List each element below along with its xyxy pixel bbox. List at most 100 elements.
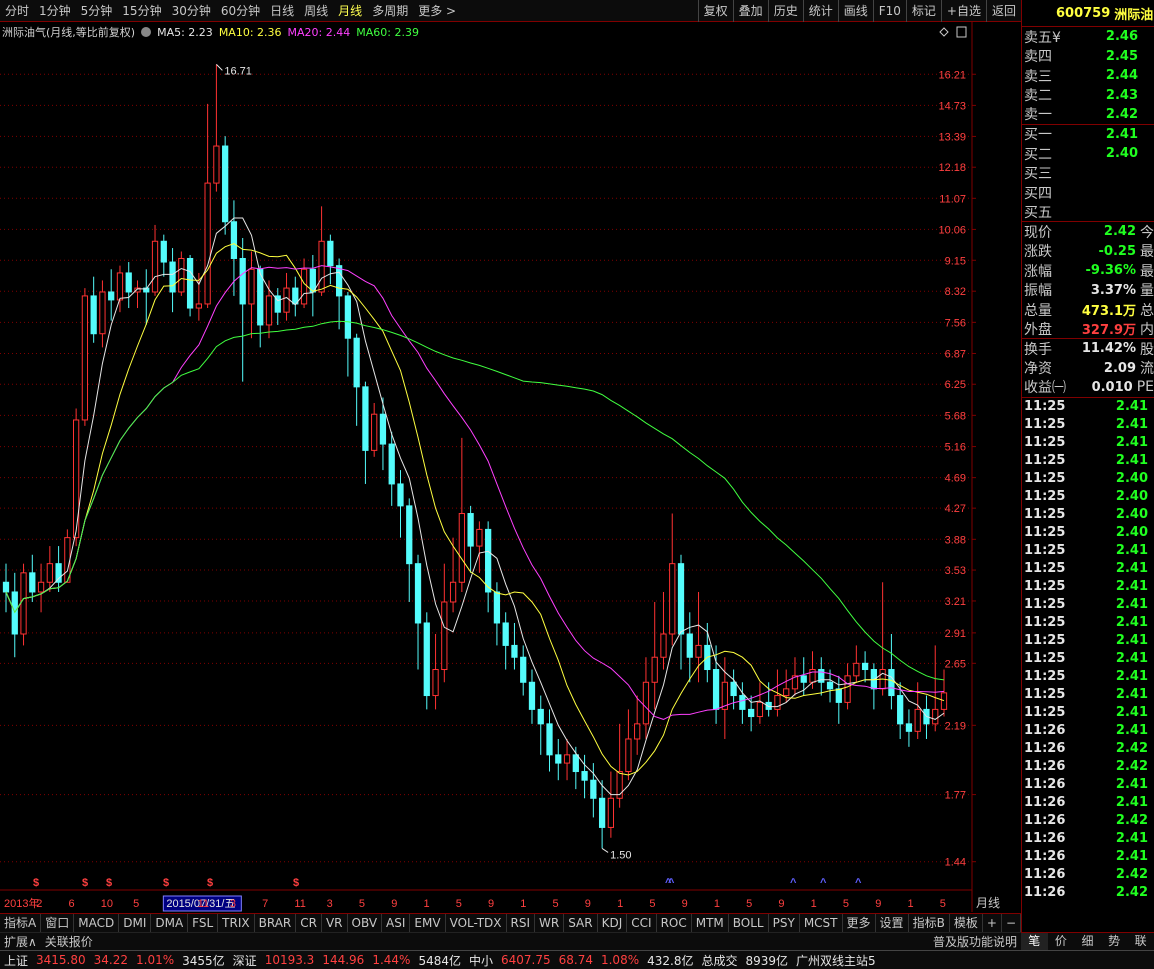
indicator-tab-0[interactable]: 指标A xyxy=(0,914,42,932)
candle-body xyxy=(642,681,650,725)
y-tick-label: 8.32 xyxy=(945,286,966,298)
diamond-icon[interactable] xyxy=(939,27,949,37)
window-icon[interactable] xyxy=(956,26,967,38)
event-marker[interactable]: $ xyxy=(33,877,39,889)
indicator-tab-11[interactable]: ASI xyxy=(382,914,411,932)
indicator-tab-19[interactable]: ROC xyxy=(657,914,692,932)
event-marker[interactable]: ^ xyxy=(790,877,797,889)
candle-body xyxy=(90,295,97,335)
indicator-tab-9[interactable]: VR xyxy=(322,914,348,932)
toolbar-button-7[interactable]: +自选 xyxy=(940,0,986,22)
indicator-tab-17[interactable]: KDJ xyxy=(598,914,628,932)
ask-label: 卖四 xyxy=(1024,49,1052,66)
indicator-tab-6[interactable]: TRIX xyxy=(218,914,255,932)
event-marker[interactable]: $ xyxy=(82,877,88,889)
event-marker[interactable]: ^ xyxy=(820,877,827,889)
toolbar-button-5[interactable]: F10 xyxy=(872,0,906,22)
indicator-tab-12[interactable]: EMV xyxy=(410,914,446,932)
event-marker[interactable]: $ xyxy=(106,877,112,889)
stat-value: -9.36% xyxy=(1085,263,1137,279)
indicator-tab-3[interactable]: DMI xyxy=(119,914,152,932)
indicator-tab-25[interactable]: 设置 xyxy=(876,914,909,932)
indicator-right-3[interactable]: − xyxy=(1002,914,1021,932)
period-tab-7[interactable]: 周线 xyxy=(299,0,333,22)
related-quote-button[interactable]: 关联报价 xyxy=(41,933,97,950)
bid-row: 买五 xyxy=(1022,203,1154,222)
event-marker[interactable]: ^ xyxy=(668,877,675,889)
toolbar-button-1[interactable]: 叠加 xyxy=(732,0,768,22)
candle-body xyxy=(309,268,316,293)
period-tab-8[interactable]: 月线 xyxy=(333,0,367,22)
indicator-tab-7[interactable]: BRAR xyxy=(255,914,297,932)
indicator-tab-22[interactable]: PSY xyxy=(769,914,800,932)
candle-body xyxy=(572,754,579,773)
period-tab-10[interactable]: 更多 > xyxy=(413,0,461,22)
period-tab-4[interactable]: 30分钟 xyxy=(167,0,216,22)
toolbar-button-2[interactable]: 历史 xyxy=(767,0,803,22)
quote-tab-1[interactable]: 价 xyxy=(1048,933,1075,950)
candle-body xyxy=(169,261,176,293)
indicator-tab-23[interactable]: MCST xyxy=(800,914,843,932)
event-marker[interactable]: $ xyxy=(163,877,169,889)
period-tab-1[interactable]: 1分钟 xyxy=(34,0,76,22)
quote-tab-3[interactable]: 势 xyxy=(1101,933,1128,950)
event-marker[interactable]: ^ xyxy=(855,877,862,889)
y-tick-label: 2.91 xyxy=(945,628,966,640)
period-tab-6[interactable]: 日线 xyxy=(265,0,299,22)
candle-body xyxy=(397,483,404,507)
indicator-right-1[interactable]: 模板 xyxy=(950,914,983,932)
y-tick-label: 1.44 xyxy=(945,857,966,869)
indicator-tab-15[interactable]: WR xyxy=(535,914,565,932)
toolbar-button-3[interactable]: 统计 xyxy=(802,0,838,22)
indicator-tab-18[interactable]: CCI xyxy=(627,914,657,932)
status-item-12: 68.74 xyxy=(558,953,593,967)
status-item-17: 广州双线主站5 xyxy=(796,953,876,968)
quote-tab-4[interactable]: 联 xyxy=(1127,933,1154,950)
candle-body xyxy=(353,337,360,388)
indicator-right-2[interactable]: + xyxy=(983,914,1002,932)
indicator-tab-24[interactable]: 更多 xyxy=(843,914,876,932)
period-tab-2[interactable]: 5分钟 xyxy=(76,0,118,22)
period-tab-9[interactable]: 多周期 xyxy=(367,0,413,22)
period-tab-0[interactable]: 分时 xyxy=(0,0,34,22)
stat-value: 11.42% xyxy=(1081,341,1136,357)
expand-button[interactable]: 扩展∧ xyxy=(0,933,41,950)
indicator-tab-21[interactable]: BOLL xyxy=(729,914,769,932)
kline-chart[interactable]: 16.21 14.73 13.39 12.18 11.07 10.06 9.15 8.32 7.… xyxy=(0,22,1021,912)
toolbar-button-0[interactable]: 复权 xyxy=(697,0,733,22)
period-tab-5[interactable]: 60分钟 xyxy=(216,0,265,22)
quote-tab-2[interactable]: 细 xyxy=(1074,933,1101,950)
period-tab-3[interactable]: 15分钟 xyxy=(117,0,166,22)
indicator-tab-10[interactable]: OBV xyxy=(348,914,383,932)
event-marker[interactable]: $ xyxy=(293,877,299,889)
indicator-tab-13[interactable]: VOL-TDX xyxy=(446,914,507,932)
tick-time: 11:26 xyxy=(1024,813,1066,828)
tick-row: 11:26 2.41 xyxy=(1022,722,1154,740)
indicator-tab-1[interactable]: 窗口 xyxy=(41,914,75,932)
candle-body xyxy=(563,754,571,764)
indicator-tab-8[interactable]: CR xyxy=(296,914,322,932)
tick-row: 11:25 2.41 xyxy=(1022,560,1154,578)
indicator-right-0[interactable]: 指标B xyxy=(909,914,950,932)
toolbar-button-4[interactable]: 画线 xyxy=(837,0,873,22)
candle-body xyxy=(362,386,369,451)
help-link[interactable]: 普及版功能说明 xyxy=(929,933,1021,950)
candle-body xyxy=(99,291,106,335)
stat-ext: PE xyxy=(1136,379,1154,396)
event-marker[interactable]: $ xyxy=(207,877,213,889)
candle-body xyxy=(222,145,229,223)
candle-body xyxy=(493,591,501,624)
toolbar-button-6[interactable]: 标记 xyxy=(905,0,941,22)
quote-tab-0[interactable]: 笔 xyxy=(1021,933,1048,950)
indicator-tab-14[interactable]: RSI xyxy=(507,914,536,932)
status-item-9: 5484亿 xyxy=(418,953,461,968)
indicator-tab-16[interactable]: SAR xyxy=(564,914,598,932)
toolbar-button-8[interactable]: 返回 xyxy=(985,0,1021,22)
indicator-tab-20[interactable]: MTM xyxy=(692,914,729,932)
y-tick-label: 9.15 xyxy=(945,255,966,267)
indicator-tab-5[interactable]: FSL xyxy=(188,914,219,932)
indicator-tab-4[interactable]: DMA xyxy=(151,914,189,932)
indicator-tab-2[interactable]: MACD xyxy=(74,914,120,932)
stat-ext: 量 xyxy=(1140,283,1154,300)
settings-icon[interactable] xyxy=(141,27,152,37)
